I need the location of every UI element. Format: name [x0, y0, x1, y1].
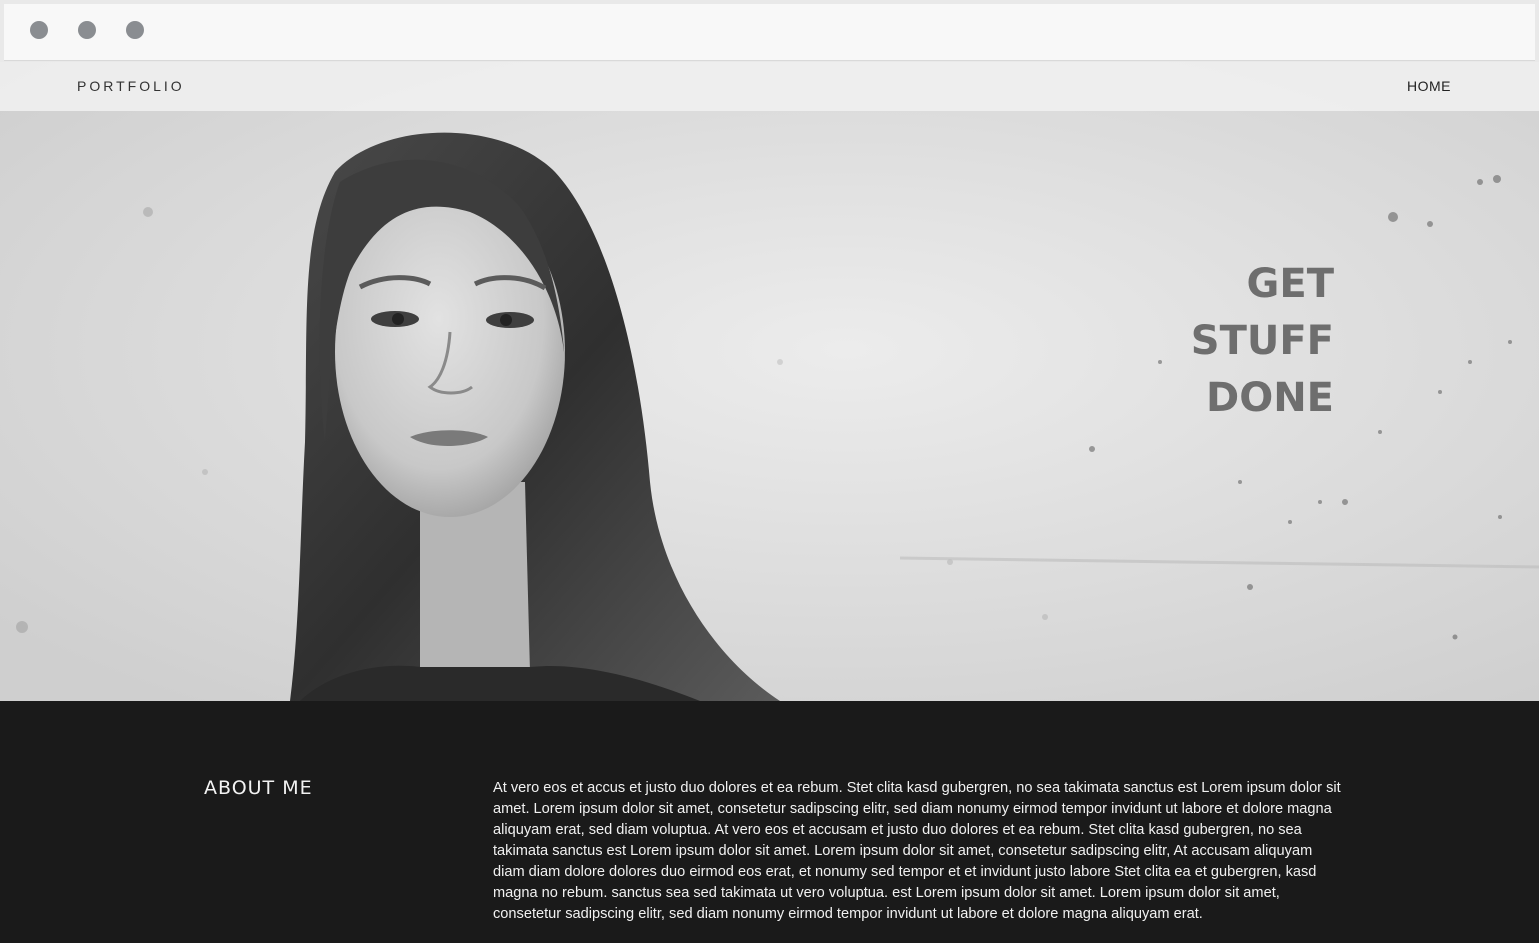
about-heading: ABOUT ME	[204, 777, 313, 799]
window-maximize-dot[interactable]	[126, 21, 144, 39]
browser-chrome	[0, 0, 1539, 62]
about-paragraph: At vero eos et accus et justo duo dolore…	[493, 780, 1341, 922]
hero-headline-line: STUFF	[1190, 318, 1334, 364]
window-minimize-dot[interactable]	[78, 21, 96, 39]
top-navbar: PORTFOLIO HOME	[0, 62, 1539, 111]
about-section: ABOUT ME At vero eos et accus et justo d…	[0, 701, 1539, 943]
hero-headline-line: GET	[1246, 261, 1334, 307]
window-close-dot[interactable]	[30, 21, 48, 39]
brand-logo-text[interactable]: PORTFOLIO	[77, 78, 185, 94]
browser-title-bar	[4, 4, 1535, 61]
nav-link-home[interactable]: HOME	[1407, 78, 1451, 94]
hero-headline: GET STUFF DONE	[1191, 256, 1334, 427]
hero-headline-line: DONE	[1205, 375, 1334, 421]
